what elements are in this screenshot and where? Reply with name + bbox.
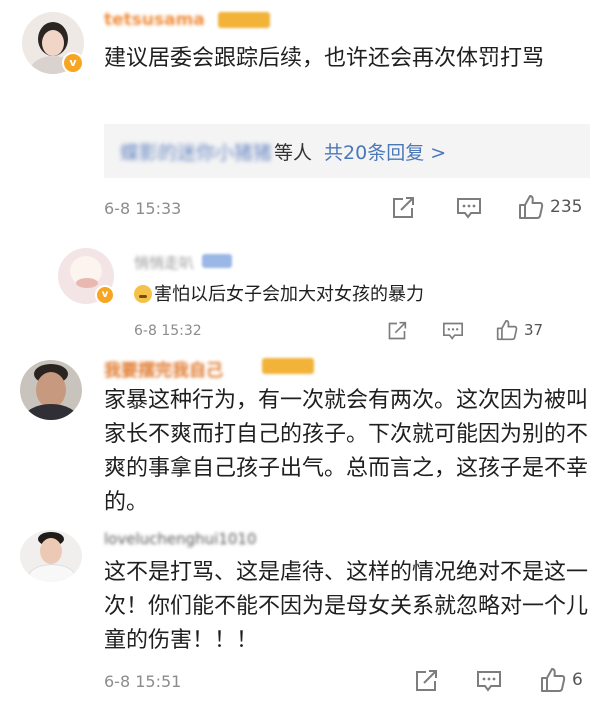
reply-summary[interactable]: 蝶影的迷你小猪猪 等人 共20条回复 > (104, 124, 590, 178)
timestamp: 6-8 15:32 (134, 323, 202, 339)
verified-badge-icon: v (62, 52, 84, 74)
like-count: 37 (524, 321, 544, 339)
comment-button[interactable] (456, 196, 482, 220)
thumbs-up-icon (496, 319, 518, 341)
like-button[interactable]: 37 (496, 319, 543, 341)
share-icon (416, 670, 437, 691)
thumbs-up-icon (541, 668, 566, 692)
comment-icon (477, 671, 501, 692)
like-count: 6 (572, 670, 583, 690)
timestamp: 6-8 15:33 (104, 199, 182, 218)
comment-text: 家暴这种行为，有一次就会有两次。这次因为被叫家长不爽而打自己的孩子。下次就可能因… (104, 388, 589, 515)
share-icon (388, 321, 407, 340)
level-badge (202, 254, 232, 268)
thumbs-up-icon (519, 195, 544, 219)
username[interactable]: 我要摆完我自己 (104, 356, 223, 381)
share-button[interactable] (390, 196, 416, 220)
username[interactable]: 悄悄走叭 (134, 252, 194, 273)
reply-names: 蝶影的迷你小猪猪 (120, 141, 273, 164)
username[interactable]: tetsusama (104, 10, 205, 30)
avatar[interactable] (20, 530, 82, 582)
comment-text: 害怕以后女子会加大对女孩的暴力 (134, 281, 574, 309)
like-count: 235 (550, 197, 583, 217)
comment-button[interactable] (442, 321, 464, 341)
comment-button[interactable] (476, 669, 502, 693)
avatar[interactable] (20, 360, 82, 420)
comment-text: 建议居委会跟踪后续，也许还会再次体罚打骂 (104, 46, 545, 71)
like-button[interactable]: 6 (540, 667, 583, 693)
level-badge (218, 12, 270, 28)
crying-emoji-icon (134, 285, 152, 303)
verified-badge-icon: v (95, 285, 115, 305)
level-badge (262, 358, 314, 374)
comment-icon (457, 198, 481, 219)
comment-icon (443, 322, 463, 340)
share-button[interactable] (386, 321, 408, 341)
like-button[interactable]: 235 (518, 194, 582, 220)
comment-text: 这不是打骂、这是虐待、这样的情况绝对不是这一次！你们能不能不因为是母女关系就忽略… (104, 560, 589, 653)
share-button[interactable] (413, 669, 439, 693)
view-replies-link[interactable]: 共20条回复 > (324, 138, 446, 165)
reply-suffix: 等人 (274, 141, 313, 164)
timestamp: 6-8 15:51 (104, 672, 182, 691)
share-icon (393, 197, 414, 218)
username[interactable]: loveluchenghui1010 (104, 530, 257, 548)
